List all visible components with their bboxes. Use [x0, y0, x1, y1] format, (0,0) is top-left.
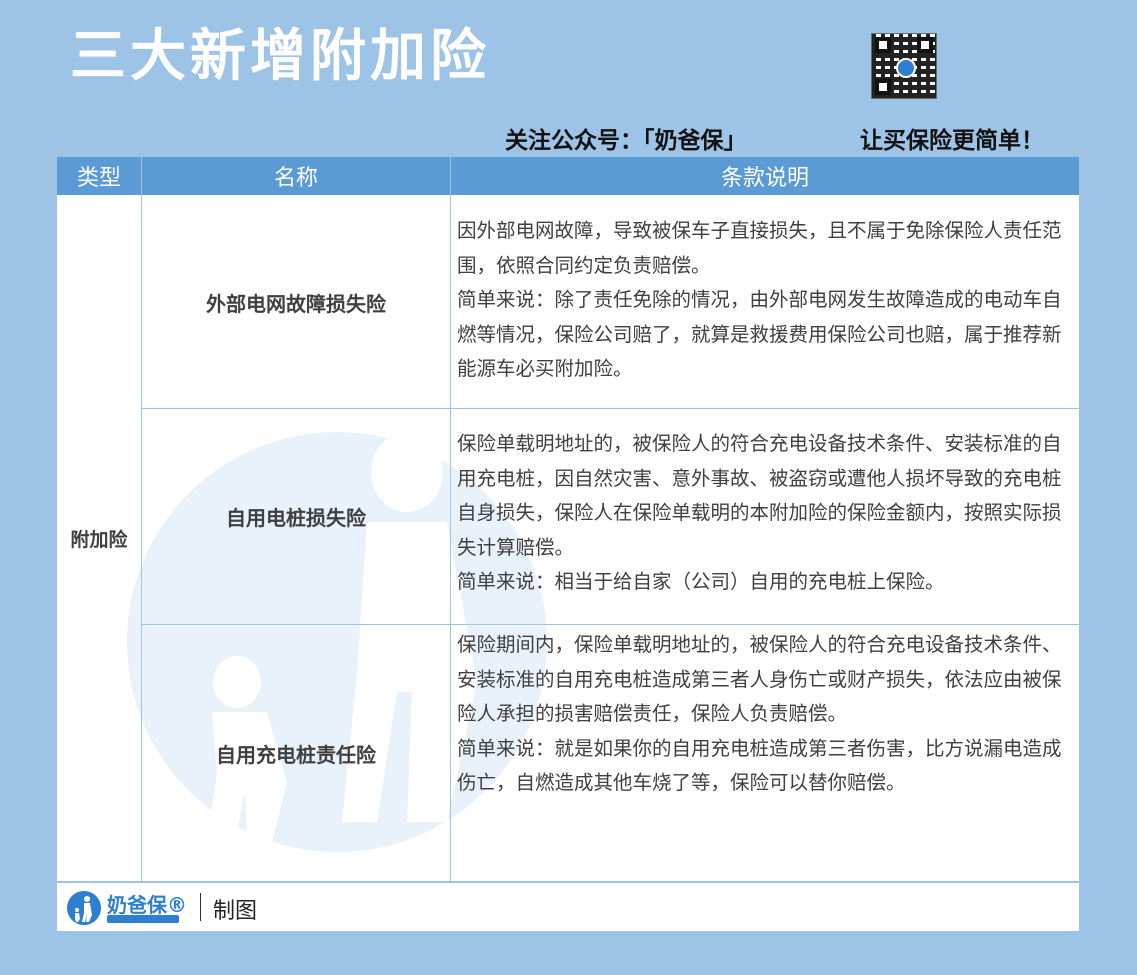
footer-label: 制图: [213, 899, 258, 924]
footer-bar: 奶爸保® 制图: [57, 883, 1079, 931]
desc-paragraph: 简单来说：就是如果你的自用充电桩造成第三者伤害，比方说漏电造成伤亡，自燃造成其他…: [457, 736, 1062, 795]
qr-code-icon[interactable]: [871, 33, 937, 99]
qr-corner-icon: [875, 37, 891, 53]
slogan-text: 让买保险更简单！: [860, 128, 1044, 154]
desc-paragraph: 保险期间内，保险单载明地址的，被保险人的符合充电设备技术条件、安装标准的自用充电…: [457, 633, 1062, 725]
insurance-name-charger-loss: 自用电桩损失险: [226, 506, 366, 530]
insurance-name-charger-liability: 自用充电桩责任险: [216, 742, 376, 767]
column-divider: [450, 157, 451, 881]
column-header-type: 类型: [57, 157, 141, 195]
qr-logo-icon: [896, 58, 916, 78]
logo-tagline-bar: [107, 915, 179, 923]
desc-paragraph: 简单来说：相当于给自家（公司）自用的充电桩上保险。: [457, 570, 945, 593]
column-header-name: 名称: [142, 157, 450, 195]
follow-account-text: 关注公众号：「奶爸保」: [505, 128, 747, 154]
insurance-desc-charger-loss: 保险单载明地址的，被保险人的符合充电设备技术条件、安装标准的自用充电桩，因自然灾…: [457, 427, 1062, 600]
insurance-table: 类型 名称 条款说明 附加险 外部电网故障损失险 因外部电网故障，导致被保车子直…: [57, 157, 1079, 881]
footer-divider: [200, 893, 201, 921]
insurance-desc-grid-fault: 因外部电网故障，导致被保车子直接损失，且不属于免除保险人责任范围，依照合同约定负…: [457, 214, 1062, 387]
page-title: 三大新增附加险: [70, 24, 490, 89]
insurance-name-grid-fault: 外部电网故障损失险: [206, 291, 386, 316]
insurance-desc-charger-liability: 保险期间内，保险单载明地址的，被保险人的符合充电设备技术条件、安装标准的自用充电…: [457, 628, 1062, 801]
logo-text: 奶爸保®: [107, 893, 187, 917]
desc-paragraph: 因外部电网故障，导致被保车子直接损失，且不属于免除保险人责任范围，依照合同约定负…: [457, 219, 1062, 277]
qr-corner-icon: [875, 79, 891, 95]
desc-paragraph: 简单来说：除了责任免除的情况，由外部电网发生故障造成的电动车自燃等情况，保险公司…: [457, 288, 1062, 380]
type-cell: 附加险: [70, 529, 128, 551]
parent-child-logo-icon: [67, 891, 101, 925]
brand-logo[interactable]: 奶爸保®: [67, 891, 192, 925]
qr-corner-icon: [917, 37, 933, 53]
column-header-description: 条款说明: [451, 157, 1079, 195]
desc-paragraph: 保险单载明地址的，被保险人的符合充电设备技术条件、安装标准的自用充电桩，因自然灾…: [457, 432, 1062, 559]
